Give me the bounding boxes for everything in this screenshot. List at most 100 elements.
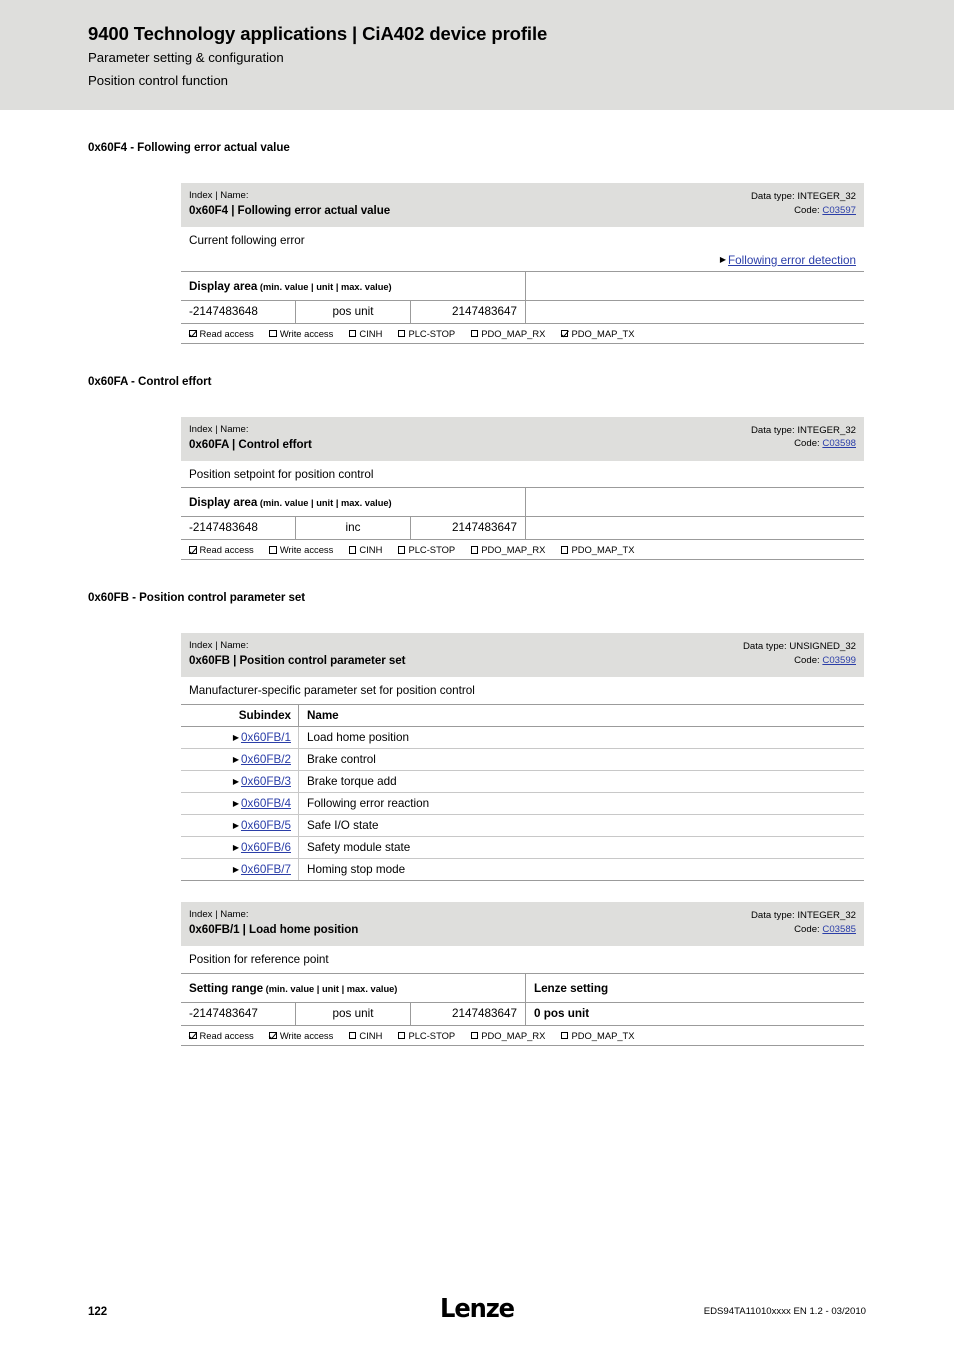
range-unit: inc [296,517,411,540]
flag-cinh[interactable]: CINH [348,1030,382,1041]
checkbox-icon[interactable] [269,1031,277,1040]
range-title: Display area [189,496,258,510]
subindex-name-cell: Following error reaction [298,792,864,816]
table-row: ▶ 0x60FB/4 Following error reaction [181,792,864,816]
flag-read-access[interactable]: Read access [189,1030,254,1041]
checkbox-icon[interactable] [397,1031,406,1040]
subindex-link[interactable]: 0x60FB/3 [241,775,291,788]
triangle-right-icon: ▶ [232,776,239,786]
subindex-link[interactable]: 0x60FB/4 [241,797,291,810]
table-row: ▶ 0x60FB/2 Brake control [181,748,864,772]
flag-pdo-map-rx[interactable]: PDO_MAP_RX [470,1030,545,1041]
range-title: Setting range [189,981,264,995]
section-0x60F4: 0x60F4 - Following error actual value In… [0,110,954,344]
parameter-header: Index | Name: 0x60FB | Position control … [181,633,864,678]
parameter-index-name: 0x60F4 | Following error actual value [189,203,391,217]
page-content: 0x60F4 - Following error actual value In… [0,110,954,1046]
table-header-row: Subindex Name [181,704,864,728]
parameter-description: Position setpoint for position control [189,467,374,481]
checkbox-icon[interactable] [470,546,479,554]
column-header-subindex: Subindex [181,704,299,728]
code-link[interactable]: C03597 [822,205,856,216]
checkbox-icon[interactable] [560,546,569,554]
flag-plc-stop[interactable]: PLC-STOP [397,544,455,555]
parameter-description: Current following error [189,233,305,247]
table-row: ▶ 0x60FB/6 Safety module state [181,836,864,860]
triangle-right-icon: ▶ [232,820,239,830]
subindex-name-cell: Brake torque add [298,770,864,794]
checkbox-icon[interactable] [189,329,197,338]
range-title: Display area [189,279,258,293]
code-link[interactable]: C03598 [822,438,856,449]
data-type: Data type: INTEGER_32 [750,424,856,436]
checkbox-icon[interactable] [189,1031,197,1040]
flag-read-access[interactable]: Read access [189,328,254,339]
subindex-link[interactable]: 0x60FB/1 [241,731,291,744]
code-link[interactable]: C03599 [822,655,856,666]
range-header-cell: Display area (min. value | unit | max. v… [181,488,526,517]
checkbox-icon[interactable] [470,1031,479,1040]
flag-pdo-map-rx[interactable]: PDO_MAP_RX [470,544,545,555]
lenze-setting-value [526,517,864,539]
flag-pdo-map-tx[interactable]: PDO_MAP_TX [560,1030,635,1041]
data-type: Data type: INTEGER_32 [750,910,856,922]
subindex-cell: ▶ 0x60FB/2 [181,748,299,772]
flag-plc-stop[interactable]: PLC-STOP [397,328,455,339]
flag-cinh[interactable]: CINH [348,544,382,555]
parameter-header: Index | Name: 0x60F4 | Following error a… [181,183,864,227]
flag-pdo-map-tx[interactable]: PDO_MAP_TX [560,544,635,555]
index-name-label: Index | Name: [189,190,249,201]
cross-reference-link[interactable]: Following error detection [728,254,856,267]
range-unit: pos unit [296,300,411,323]
lenze-setting-header: Lenze setting [526,974,864,1002]
parameter-index-name: 0x60FB/1 | Load home position [189,923,359,937]
subindex-link[interactable]: 0x60FB/7 [241,863,291,876]
triangle-right-icon: ▶ [232,864,239,874]
code-link[interactable]: C03585 [822,924,856,935]
document-reference: EDS94TA11010xxxx EN 1.2 - 03/2010 [703,1306,866,1317]
section-0x60FB: 0x60FB - Position control parameter set … [0,560,954,1046]
range-max-value: 2147483647 [411,517,526,540]
table-row: ▶ 0x60FB/5 Safe I/O state [181,814,864,838]
parameter-header: Index | Name: 0x60FA | Control effort Da… [181,416,864,461]
page-subtitle-1: Parameter setting & configuration [88,49,284,65]
flag-write-access[interactable]: Write access [269,1030,333,1041]
lenze-setting-header [526,272,864,300]
checkbox-icon[interactable] [269,546,277,554]
checkbox-icon[interactable] [397,329,406,338]
checkbox-icon[interactable] [348,329,357,338]
checkbox-icon[interactable] [397,546,406,554]
flag-pdo-map-tx[interactable]: PDO_MAP_TX [560,328,635,339]
checkbox-icon[interactable] [348,546,357,554]
subindex-cell: ▶ 0x60FB/7 [181,858,299,882]
range-min-value: -2147483648 [181,300,296,323]
range-max-value: 2147483647 [411,300,526,323]
access-flags-row: Read access Write access CINH PLC-STOP P… [181,1024,864,1046]
subindex-table: Subindex Name ▶ 0x60FB/1 Load home positio… [181,704,864,882]
subindex-link[interactable]: 0x60FB/2 [241,753,291,766]
subindex-link[interactable]: 0x60FB/6 [241,841,291,854]
cross-reference-row: ▶ Following error detection [181,254,864,271]
range-legend: (min. value | unit | max. value) [257,281,392,292]
flag-read-access[interactable]: Read access [189,544,254,555]
subindex-cell: ▶ 0x60FB/3 [181,770,299,794]
checkbox-icon[interactable] [189,546,197,554]
checkbox-icon[interactable] [560,329,569,338]
access-flags-row: Read access Write access CINH PLC-STOP P… [181,539,864,561]
checkbox-icon[interactable] [348,1031,357,1040]
flag-write-access[interactable]: Write access [269,544,333,555]
checkbox-icon[interactable] [269,329,277,338]
flag-plc-stop[interactable]: PLC-STOP [397,1030,455,1041]
index-name-label: Index | Name: [189,909,249,921]
checkbox-icon[interactable] [470,329,479,338]
parameter-description: Position for reference point [189,953,329,967]
subindex-cell: ▶ 0x60FB/6 [181,836,299,860]
subindex-link[interactable]: 0x60FB/5 [241,819,291,832]
range-min-value: -2147483648 [181,517,296,540]
flag-write-access[interactable]: Write access [269,328,333,339]
column-header-name: Name [298,704,864,728]
flag-cinh[interactable]: CINH [348,328,382,339]
checkbox-icon[interactable] [560,1031,569,1040]
subindex-name-cell: Safe I/O state [298,814,864,838]
flag-pdo-map-rx[interactable]: PDO_MAP_RX [470,328,545,339]
